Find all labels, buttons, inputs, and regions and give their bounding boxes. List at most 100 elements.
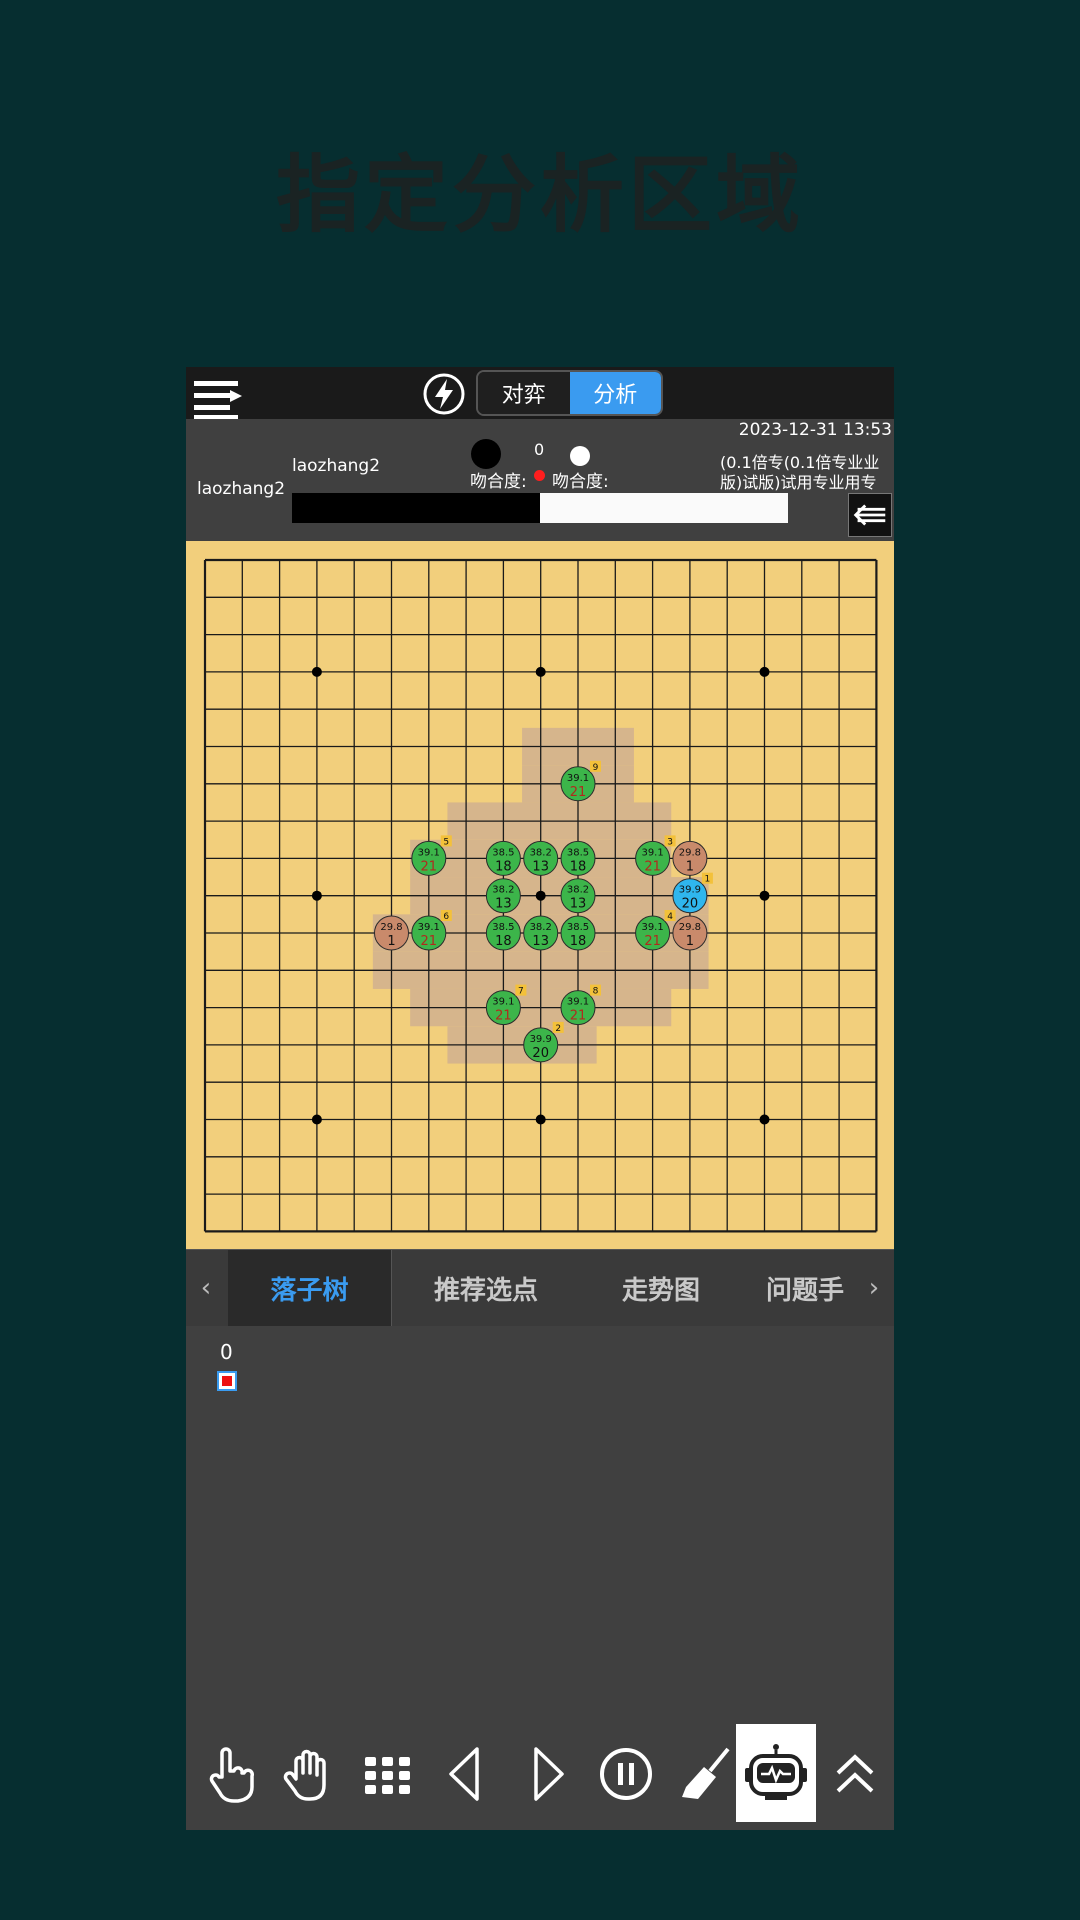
candidate-rank: 2 <box>555 1024 561 1034</box>
candidate-rank: 8 <box>593 987 599 997</box>
white-stone-icon <box>570 446 590 466</box>
candidate-visits: 18 <box>495 859 512 874</box>
candidate-rank: 4 <box>667 912 673 922</box>
star-point <box>311 666 322 677</box>
star-point <box>535 890 546 901</box>
bottom-tab-bar: ‹ 落子树 推荐选点 走势图 问题手 › <box>186 1249 894 1326</box>
grid-icon <box>365 1757 410 1794</box>
candidate-visits: 13 <box>495 897 512 912</box>
candidate-visits: 21 <box>644 859 661 874</box>
candidate-winrate: 38.2 <box>567 885 589 896</box>
tab-recommended-points[interactable]: 推荐选点 <box>406 1250 566 1326</box>
star-point <box>759 890 770 901</box>
move-tree-panel: 0 <box>186 1326 894 1716</box>
pointer-button[interactable] <box>192 1726 270 1822</box>
pause-button[interactable] <box>587 1726 665 1822</box>
candidate-winrate: 39.9 <box>679 885 701 896</box>
candidate-winrate: 39.1 <box>418 922 440 933</box>
menu-icon[interactable] <box>192 377 244 421</box>
candidate-visits: 18 <box>570 934 587 949</box>
candidate-winrate: 39.1 <box>418 847 440 858</box>
star-point <box>759 666 770 677</box>
star-point <box>311 1114 322 1125</box>
collapse-panel-icon[interactable] <box>848 493 892 537</box>
candidate-winrate: 39.1 <box>567 773 589 784</box>
candidate-rank: 1 <box>705 875 711 885</box>
candidate-visits: 21 <box>570 1009 587 1024</box>
ai-analysis-button[interactable] <box>736 1724 816 1822</box>
candidate-rank: 5 <box>443 837 449 847</box>
tab-next-arrow[interactable]: › <box>854 1250 894 1326</box>
candidate-winrate: 38.2 <box>492 885 514 896</box>
candidate-winrate: 38.2 <box>530 922 552 933</box>
candidate-winrate: 38.2 <box>530 847 552 858</box>
previous-move-button[interactable] <box>427 1726 505 1822</box>
star-point <box>535 666 546 677</box>
candidate-visits: 18 <box>495 934 512 949</box>
candidate-rank: 7 <box>518 987 524 997</box>
tab-trend-chart[interactable]: 走势图 <box>581 1250 741 1326</box>
white-winrate-bar <box>540 493 788 523</box>
prev-icon <box>449 1747 479 1801</box>
hand-button[interactable] <box>270 1726 348 1822</box>
go-board[interactable]: 39.1 21 9 39.1 21 5 38.5 18 38.2 13 38.5 18 39.1 21 3 2… <box>186 541 894 1249</box>
candidate-winrate: 29.8 <box>679 847 701 858</box>
candidate-rank: 9 <box>593 763 599 773</box>
lightning-icon[interactable] <box>422 372 466 416</box>
candidate-winrate: 38.5 <box>492 922 514 933</box>
candidate-winrate: 39.1 <box>641 922 663 933</box>
tree-root-node[interactable] <box>217 1371 237 1391</box>
tab-play[interactable]: 对弈 <box>478 372 570 414</box>
candidate-visits: 13 <box>532 859 549 874</box>
candidate-visits: 13 <box>570 897 587 912</box>
turn-indicator-icon <box>534 470 545 481</box>
candidate-winrate: 39.1 <box>492 997 514 1008</box>
clear-button[interactable] <box>666 1726 744 1822</box>
top-bar: 对弈 分析 <box>186 367 894 421</box>
candidate-visits: 21 <box>421 859 438 874</box>
candidate-visits: 1 <box>387 934 395 949</box>
candidate-winrate: 39.1 <box>641 847 663 858</box>
tab-move-tree[interactable]: 落子树 <box>228 1250 392 1326</box>
tab-analyze[interactable]: 分析 <box>569 372 661 414</box>
double-chevron-up-icon <box>836 1754 874 1793</box>
candidate-winrate: 38.5 <box>567 922 589 933</box>
candidate-visits: 18 <box>570 859 587 874</box>
center-count: 0 <box>534 440 545 459</box>
candidate-visits: 1 <box>686 859 694 874</box>
player-left-name: laozhang2 <box>197 479 286 499</box>
candidate-visits: 21 <box>570 785 587 800</box>
star-point <box>535 1114 546 1125</box>
black-stone-icon <box>471 439 501 469</box>
page-headline: 指定分析区域 <box>275 146 804 244</box>
grid-button[interactable] <box>349 1726 427 1822</box>
candidate-winrate: 38.5 <box>492 847 514 858</box>
candidate-winrate: 29.8 <box>679 922 701 933</box>
candidate-winrate: 29.8 <box>380 922 402 933</box>
candidate-winrate: 39.9 <box>530 1034 552 1045</box>
hand-icon <box>283 1749 326 1801</box>
candidate-visits: 13 <box>532 934 549 949</box>
candidate-visits: 21 <box>644 934 661 949</box>
next-icon <box>534 1747 564 1801</box>
tab-problem-moves[interactable]: 问题手 <box>766 1250 846 1326</box>
tab-prev-arrow[interactable]: ‹ <box>186 1250 226 1326</box>
candidate-visits: 20 <box>532 1046 549 1061</box>
robot-icon <box>745 1744 807 1800</box>
expand-up-button[interactable] <box>816 1726 894 1822</box>
broom-icon <box>682 1747 730 1799</box>
candidate-winrate: 38.5 <box>567 847 589 858</box>
candidate-visits: 21 <box>495 1009 512 1024</box>
next-move-button[interactable] <box>508 1726 586 1822</box>
candidate-winrate: 39.1 <box>567 997 589 1008</box>
pointer-icon <box>209 1747 254 1803</box>
player-top-name: laozhang2 <box>292 456 381 476</box>
pause-icon <box>600 1748 652 1800</box>
candidate-visits: 20 <box>682 897 699 912</box>
datetime: 2023-12-31 13:53 <box>738 420 892 440</box>
tree-root-label: 0 <box>220 1340 233 1364</box>
bottom-toolbar <box>186 1716 894 1830</box>
mode-switch: 对弈 分析 <box>476 370 663 416</box>
go-board-grid[interactable]: 39.121939.121538.51838.21338.51839.12132… <box>186 541 894 1249</box>
candidate-visits: 1 <box>686 934 694 949</box>
